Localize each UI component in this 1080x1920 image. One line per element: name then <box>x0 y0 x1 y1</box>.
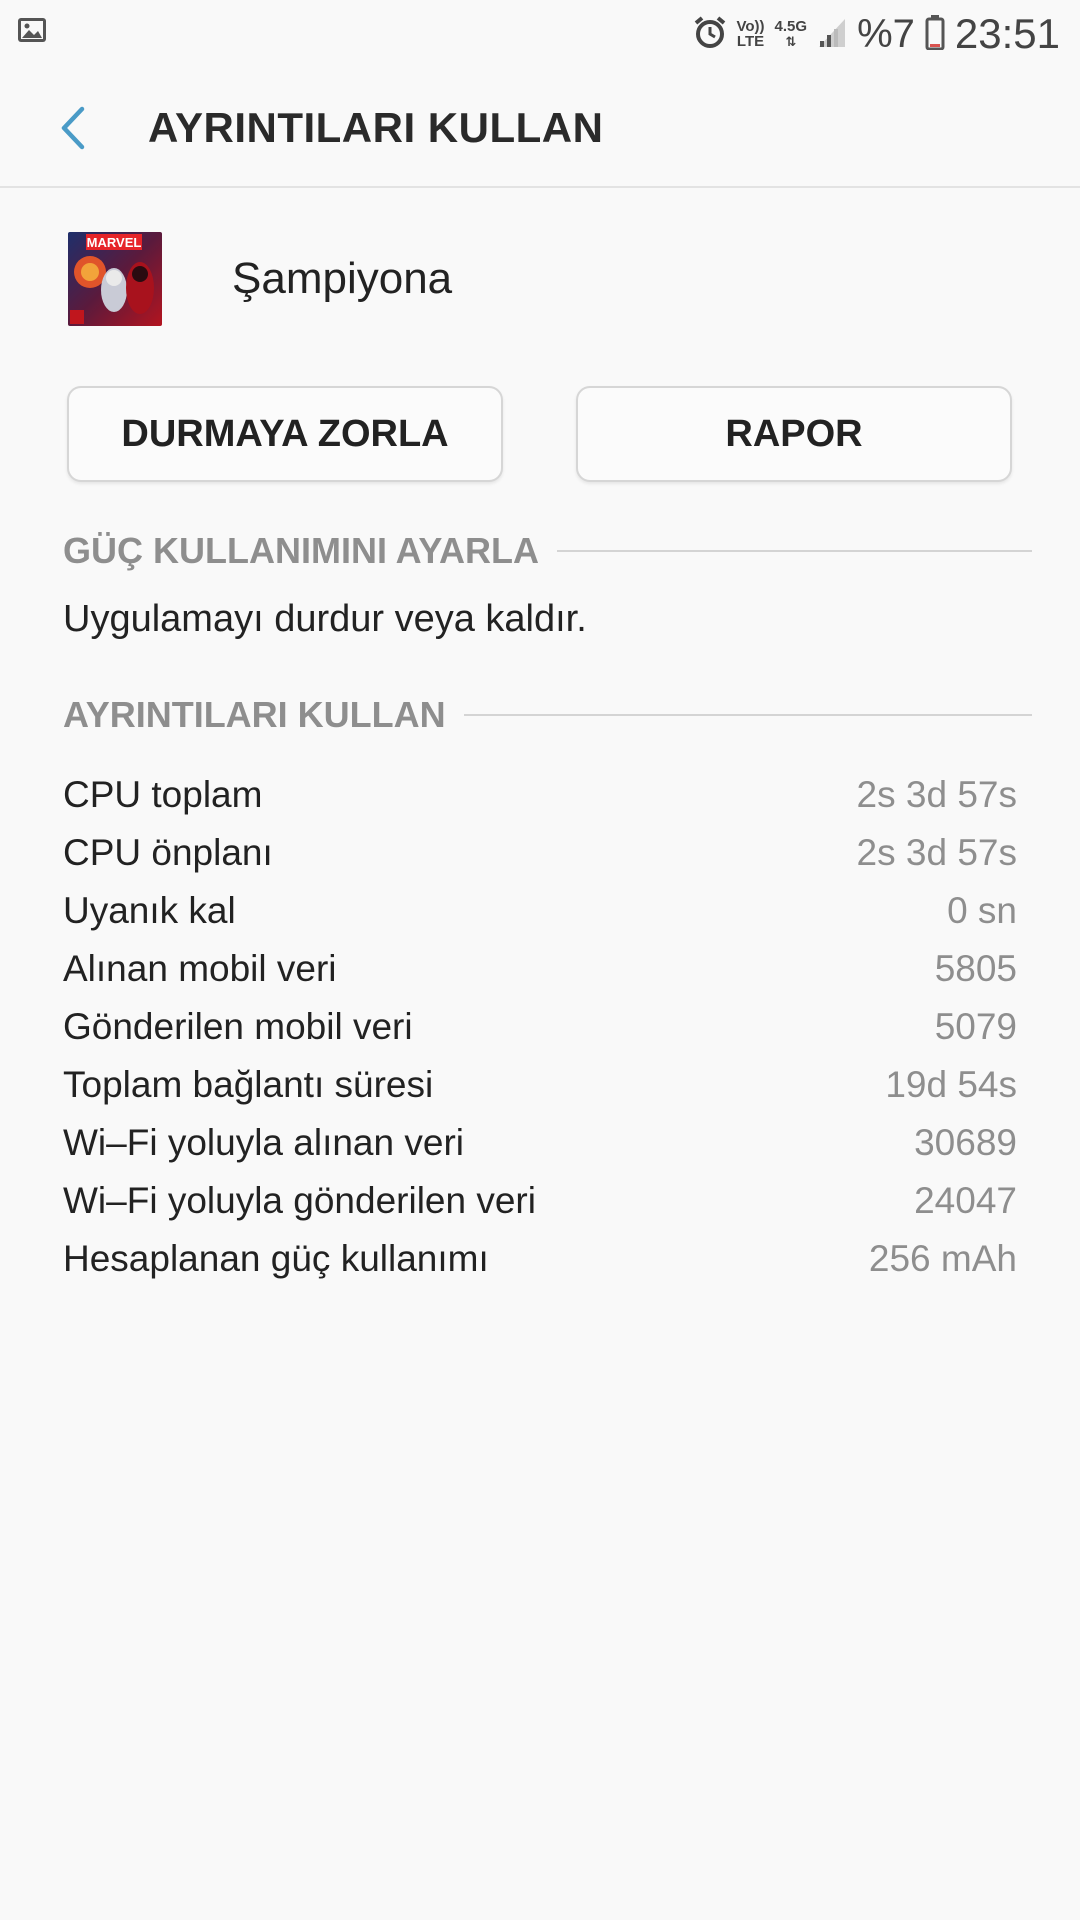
detail-value: 24047 <box>914 1180 1017 1221</box>
data-arrows-icon: ⇅ <box>785 34 797 49</box>
network-type-label: 4.5G <box>774 18 808 35</box>
app-icon-label: MARVEL <box>87 235 142 250</box>
detail-label: Alınan mobil veri <box>63 948 337 989</box>
app-bar: AYRINTILARI KULLAN <box>0 68 1080 188</box>
report-button[interactable]: RAPOR <box>576 386 1012 482</box>
detail-row: Alınan mobil veri 5805 <box>63 940 1017 998</box>
volte-indicator: Vo)) LTE <box>737 19 765 49</box>
detail-row: CPU önplanı 2s 3d 57s <box>63 824 1017 882</box>
detail-row: Hesaplanan güç kullanımı 256 mAh <box>63 1230 1017 1288</box>
volte-top: Vo)) <box>736 18 765 35</box>
power-section-header: GÜÇ KULLANIMINI AYARLA <box>63 530 1032 572</box>
divider <box>557 550 1032 552</box>
divider <box>463 714 1032 716</box>
detail-value: 0 sn <box>947 890 1017 931</box>
clock: 23:51 <box>954 10 1060 57</box>
detail-label: Wi–Fi yoluyla gönderilen veri <box>63 1180 536 1221</box>
detail-row: Wi–Fi yoluyla gönderilen veri 24047 <box>63 1172 1017 1230</box>
app-name: Şampiyona <box>232 254 453 303</box>
battery-percent: %7 <box>857 11 915 56</box>
power-section-title: GÜÇ KULLANIMINI AYARLA <box>63 530 540 571</box>
detail-label: Uyanık kal <box>63 890 236 931</box>
detail-row: Uyanık kal 0 sn <box>63 882 1017 940</box>
detail-row: CPU toplam 2s 3d 57s <box>63 766 1017 824</box>
detail-label: Toplam bağlantı süresi <box>63 1064 434 1105</box>
detail-row: Toplam bağlantı süresi 19d 54s <box>63 1056 1017 1114</box>
detail-value: 5805 <box>934 948 1017 989</box>
force-stop-button[interactable]: DURMAYA ZORLA <box>67 386 503 482</box>
detail-label: CPU önplanı <box>63 832 273 873</box>
alarm-icon <box>693 15 727 54</box>
usage-details-list: CPU toplam 2s 3d 57s CPU önplanı 2s 3d 5… <box>63 766 1017 1288</box>
detail-row: Wi–Fi yoluyla alınan veri 30689 <box>63 1114 1017 1172</box>
network-type: 4.5G ⇅ <box>775 19 808 49</box>
detail-value: 19d 54s <box>885 1064 1017 1105</box>
detail-label: Hesaplanan güç kullanımı <box>63 1238 489 1279</box>
back-arrow-icon <box>61 106 85 150</box>
details-section-title: AYRINTILARI KULLAN <box>63 694 446 735</box>
details-section-header: AYRINTILARI KULLAN <box>63 694 1032 736</box>
detail-label: Wi–Fi yoluyla alınan veri <box>63 1122 464 1163</box>
page-title: AYRINTILARI KULLAN <box>148 104 604 151</box>
detail-value: 2s 3d 57s <box>856 832 1017 873</box>
detail-label: CPU toplam <box>63 774 263 815</box>
app-icon: MARVEL <box>68 232 162 326</box>
detail-label: Gönderilen mobil veri <box>63 1006 413 1047</box>
detail-row: Gönderilen mobil veri 5079 <box>63 998 1017 1056</box>
back-button[interactable] <box>44 98 104 158</box>
volte-bottom: LTE <box>736 33 765 50</box>
status-bar: Vo)) LTE 4.5G ⇅ %7 23:51 <box>0 0 1080 68</box>
detail-value: 2s 3d 57s <box>856 774 1017 815</box>
power-settings-item[interactable]: Uygulamayı durdur veya kaldır. <box>63 598 587 641</box>
detail-value: 30689 <box>914 1122 1017 1163</box>
app-header: MARVEL Şampiyona <box>68 232 452 326</box>
signal-icon <box>817 15 847 54</box>
battery-icon <box>925 14 945 55</box>
gallery-icon <box>16 14 48 51</box>
detail-value: 5079 <box>934 1006 1017 1047</box>
detail-value: 256 mAh <box>868 1238 1017 1279</box>
